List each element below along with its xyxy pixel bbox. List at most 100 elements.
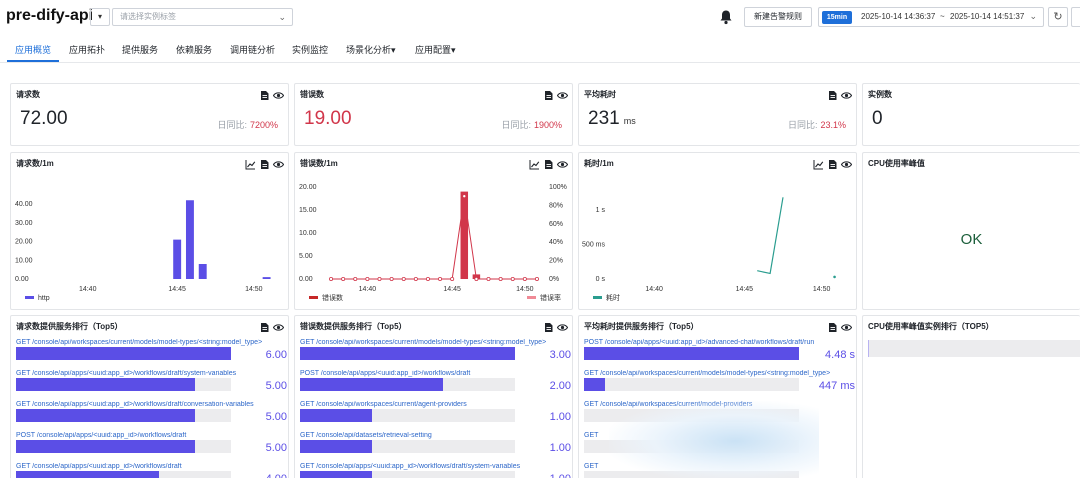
rank-row-value: 1.00: [550, 473, 571, 478]
document-icon[interactable]: [259, 88, 270, 100]
tab-scenario-analysis[interactable]: 场景化分析▾: [346, 43, 396, 56]
chart-panel-latency: 耗时/1m 1 s 500 ms 0 s 14:40 14:45 14:50 耗时: [578, 152, 857, 310]
y-tick-label: 500 ms: [582, 241, 605, 248]
stat-card-latency: 平均耗时 231 ms 日同比: 23.1%: [578, 83, 857, 146]
y-tick-label: 15.00: [299, 207, 317, 214]
rank-row[interactable]: GET /console/api/apps/<uuid:app_id>/work…: [16, 370, 291, 401]
eye-icon[interactable]: [556, 320, 569, 331]
eye-icon[interactable]: [840, 88, 853, 99]
panel-title: 耗时/1m: [584, 159, 614, 168]
instance-tag-select[interactable]: 请选择实例标签 ⌄: [112, 8, 293, 26]
rank-row-label[interactable]: POST /console/api/apps/<uuid:app_id>/wor…: [300, 370, 575, 377]
rank-row-value: 4.00: [266, 473, 287, 478]
rank-row[interactable]: GET /console/api/apps/<uuid:app_id>/work…: [16, 463, 291, 478]
line-chart-icon[interactable]: [529, 157, 540, 170]
rate-line: [331, 196, 537, 280]
rank-row[interactable]: GET /console/api/apps/<uuid:app_id>/work…: [300, 463, 575, 478]
document-icon[interactable]: [543, 320, 554, 332]
bell-icon[interactable]: [719, 9, 733, 25]
document-icon[interactable]: [259, 320, 270, 332]
document-icon[interactable]: [543, 157, 554, 169]
eye-icon[interactable]: [272, 88, 285, 99]
y2-tick-label: 60%: [549, 221, 563, 228]
document-icon[interactable]: [259, 157, 270, 169]
rate-point: [341, 277, 346, 282]
legend-label: http: [38, 295, 50, 302]
eye-icon[interactable]: [840, 157, 853, 168]
rank-row-label[interactable]: GET /console/api/workspaces/current/agen…: [300, 401, 575, 408]
rank-row-label[interactable]: GET /console/api/workspaces/current/mode…: [16, 339, 291, 346]
panel-title: 请求数提供服务排行（Top5）: [16, 322, 123, 331]
tab-overview[interactable]: 应用概览: [15, 43, 51, 56]
rank-row-label[interactable]: GET /console/api/workspaces/current/mode…: [300, 339, 575, 346]
rank-bar-track: [584, 378, 799, 391]
rate-point: [486, 277, 491, 282]
eye-icon[interactable]: [272, 320, 285, 331]
time-range-badge[interactable]: 15min: [822, 11, 852, 24]
rank-bar-track: [16, 409, 231, 422]
rank-row[interactable]: GET /console/api/workspaces/current/mode…: [584, 370, 859, 401]
y-tick-label: 40.00: [15, 201, 33, 208]
rank-row-label[interactable]: GET /console/api/workspaces/current/mode…: [584, 370, 859, 377]
rank-row[interactable]: GET /console/api/workspaces/current/mode…: [16, 339, 291, 370]
rank-bar-fill: [16, 471, 160, 478]
rate-point: [365, 277, 370, 282]
rank-row[interactable]: GET /console/api/workspaces/current/mode…: [300, 339, 575, 370]
x-tick-label: 14:45: [168, 286, 186, 293]
time-end: 2025-10-14 14:51:37: [950, 12, 1025, 21]
line-chart-icon[interactable]: [813, 157, 824, 170]
rank-row-value: 2.00: [549, 380, 571, 392]
document-icon[interactable]: [827, 320, 838, 332]
compare-value: 23.1%: [820, 120, 846, 130]
rank-row-label[interactable]: POST /console/api/apps/<uuid:app_id>/adv…: [584, 339, 859, 346]
stat-card-instances: 实例数 0: [862, 83, 1080, 146]
x-tick-label: 14:50: [516, 286, 534, 293]
rank-row[interactable]: GET /console/api/apps/<uuid:app_id>/work…: [16, 401, 291, 432]
document-icon[interactable]: [827, 157, 838, 169]
eye-icon[interactable]: [556, 157, 569, 168]
x-tick-label: 14:40: [645, 286, 663, 293]
x-tick-label: 14:50: [245, 286, 263, 293]
rank-bar-track: [16, 440, 231, 453]
tab-instance-monitor[interactable]: 实例监控: [292, 43, 328, 56]
app-switch-dropdown[interactable]: ▾: [90, 8, 110, 26]
tab-trace-analysis[interactable]: 调用链分析: [230, 43, 275, 56]
y-tick-label: 10.00: [15, 257, 33, 264]
refresh-interval-dropdown[interactable]: [1071, 7, 1080, 27]
tab-app-config[interactable]: 应用配置▾: [415, 43, 456, 56]
rank-row-label[interactable]: GET /console/api/apps/<uuid:app_id>/work…: [16, 463, 291, 470]
tab-dependency-services[interactable]: 依赖服务: [176, 43, 212, 56]
rank-row[interactable]: GET /console/api/workspaces/current/agen…: [300, 401, 575, 432]
compare-label: 日同比:: [787, 120, 818, 130]
tab-topology[interactable]: 应用拓扑: [69, 43, 105, 56]
rank-row[interactable]: POST /console/api/apps/<uuid:app_id>/wor…: [16, 432, 291, 463]
rank-row-label[interactable]: GET /console/api/apps/<uuid:app_id>/work…: [16, 401, 291, 408]
tab-provided-services[interactable]: 提供服务: [122, 43, 158, 56]
rank-row-label[interactable]: GET /console/api/datasets/retrieval-sett…: [300, 432, 575, 439]
new-alert-rule-button[interactable]: 新建告警规则: [744, 7, 812, 27]
rank-row[interactable]: POST /console/api/apps/<uuid:app_id>/wor…: [300, 370, 575, 401]
eye-icon[interactable]: [556, 88, 569, 99]
eye-icon[interactable]: [840, 320, 853, 331]
rank-bar-track: [300, 409, 515, 422]
refresh-button[interactable]: ↻: [1048, 7, 1068, 27]
refresh-icon: ↻: [1053, 11, 1063, 23]
rank-row[interactable]: POST /console/api/apps/<uuid:app_id>/adv…: [584, 339, 859, 370]
rank-row[interactable]: GET /console/api/datasets/retrieval-sett…: [300, 432, 575, 463]
rank-row-value: 447 ms: [818, 380, 855, 392]
bar: [185, 200, 194, 279]
rank-panel-latency: 平均耗时提供服务排行（Top5） POST /console/api/apps/…: [578, 315, 857, 478]
legend-swatch: [593, 296, 602, 299]
rank-row-label[interactable]: POST /console/api/apps/<uuid:app_id>/wor…: [16, 432, 291, 439]
app-title: pre-dify-api: [6, 7, 94, 24]
document-icon[interactable]: [543, 88, 554, 100]
rank-row-label[interactable]: GET /console/api/apps/<uuid:app_id>/work…: [300, 463, 575, 470]
rank-row-value: 5.00: [265, 380, 287, 392]
latency-chart: 1 s 500 ms 0 s 14:40 14:45 14:50 耗时: [582, 197, 836, 302]
rank-row-label[interactable]: GET /console/api/apps/<uuid:app_id>/work…: [16, 370, 291, 377]
document-icon[interactable]: [827, 88, 838, 100]
eye-icon[interactable]: [272, 157, 285, 168]
time-range-picker[interactable]: 15min 2025-10-14 14:36:37 ~ 2025-10-14 1…: [818, 7, 1044, 27]
chevron-down-icon: ⌄: [278, 12, 286, 22]
line-chart-icon[interactable]: [245, 157, 256, 170]
